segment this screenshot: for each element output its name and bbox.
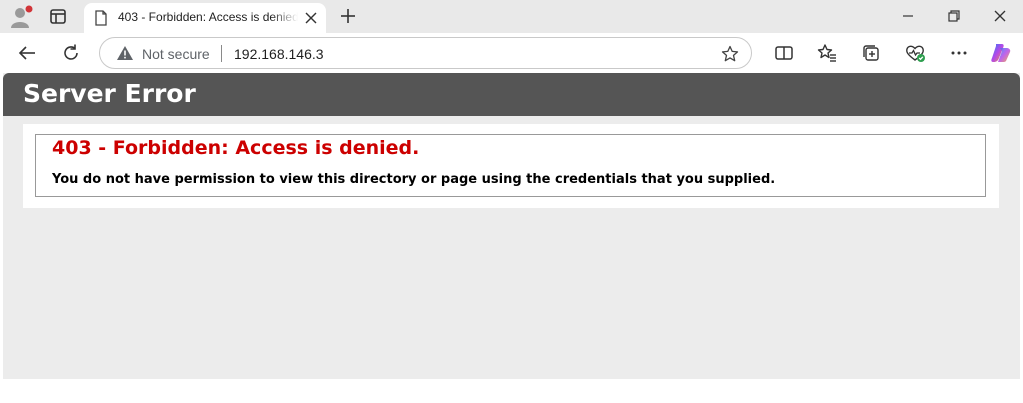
window-bottom-edge <box>0 379 1023 403</box>
back-arrow-icon[interactable] <box>16 42 38 64</box>
page-viewport: Server Error 403 - Forbidden: Access is … <box>3 73 1020 379</box>
reload-icon[interactable] <box>60 42 82 64</box>
error-message: You do not have permission to view this … <box>52 172 776 187</box>
error-heading: 403 - Forbidden: Access is denied. <box>52 137 420 159</box>
browser-toolbar: Not secure 192.168.146.3 <box>0 33 1023 73</box>
restore-icon[interactable] <box>943 6 965 26</box>
tab-active[interactable]: 403 - Forbidden: Access is denied. <box>84 3 326 33</box>
address-separator <box>221 45 222 62</box>
browser-essentials-icon[interactable] <box>904 42 926 64</box>
minimize-icon[interactable] <box>897 6 919 26</box>
url-text[interactable]: 192.168.146.3 <box>234 46 324 62</box>
tab-actions-icon[interactable] <box>47 6 69 28</box>
close-window-icon[interactable] <box>989 6 1011 26</box>
tab-title: 403 - Forbidden: Access is denied. <box>118 10 298 24</box>
plus-icon[interactable] <box>338 6 358 26</box>
page-title: Server Error <box>23 79 196 108</box>
address-bar[interactable]: Not secure 192.168.146.3 <box>99 37 752 69</box>
favorites-icon[interactable] <box>816 42 838 64</box>
close-icon[interactable] <box>303 10 319 26</box>
more-icon[interactable] <box>948 42 970 64</box>
security-label[interactable]: Not secure <box>142 46 210 62</box>
server-error-header: Server Error <box>3 73 1020 116</box>
warning-icon[interactable] <box>116 45 134 61</box>
star-icon[interactable] <box>721 45 739 63</box>
collections-icon[interactable] <box>860 42 882 64</box>
copilot-icon[interactable] <box>990 42 1012 64</box>
error-fieldset: 403 - Forbidden: Access is denied. You d… <box>35 134 986 197</box>
split-screen-icon[interactable] <box>773 42 795 64</box>
profile-icon[interactable] <box>9 5 33 29</box>
page-icon <box>94 10 108 26</box>
tab-strip: 403 - Forbidden: Access is denied. <box>0 0 1023 33</box>
content-panel: 403 - Forbidden: Access is denied. You d… <box>23 124 999 208</box>
